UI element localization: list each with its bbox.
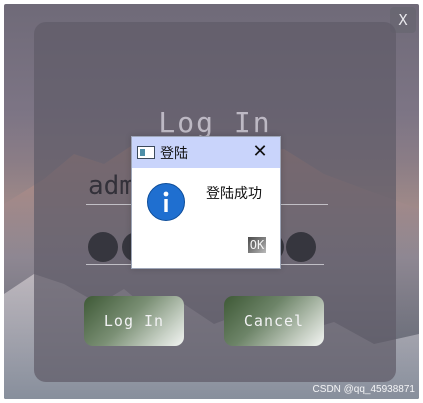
message-dialog: 登陆 ✕ 登陆成功 OK xyxy=(131,136,281,269)
password-dot xyxy=(88,232,118,262)
login-title: Log In xyxy=(158,106,272,139)
password-dot xyxy=(286,232,316,262)
ok-button[interactable]: OK xyxy=(248,237,266,253)
dialog-title: 登陆 xyxy=(160,146,188,162)
dialog-close-button[interactable]: ✕ xyxy=(250,142,270,162)
login-button[interactable]: Log In xyxy=(84,296,184,346)
dialog-message: 登陆成功 xyxy=(206,186,262,202)
dialog-titlebar: 登陆 ✕ xyxy=(132,137,280,168)
csdn-watermark: CSDN @qq_45938871 xyxy=(312,384,415,395)
info-icon xyxy=(147,183,185,221)
cancel-button[interactable]: Cancel xyxy=(224,296,324,346)
window-app-icon xyxy=(137,146,155,159)
